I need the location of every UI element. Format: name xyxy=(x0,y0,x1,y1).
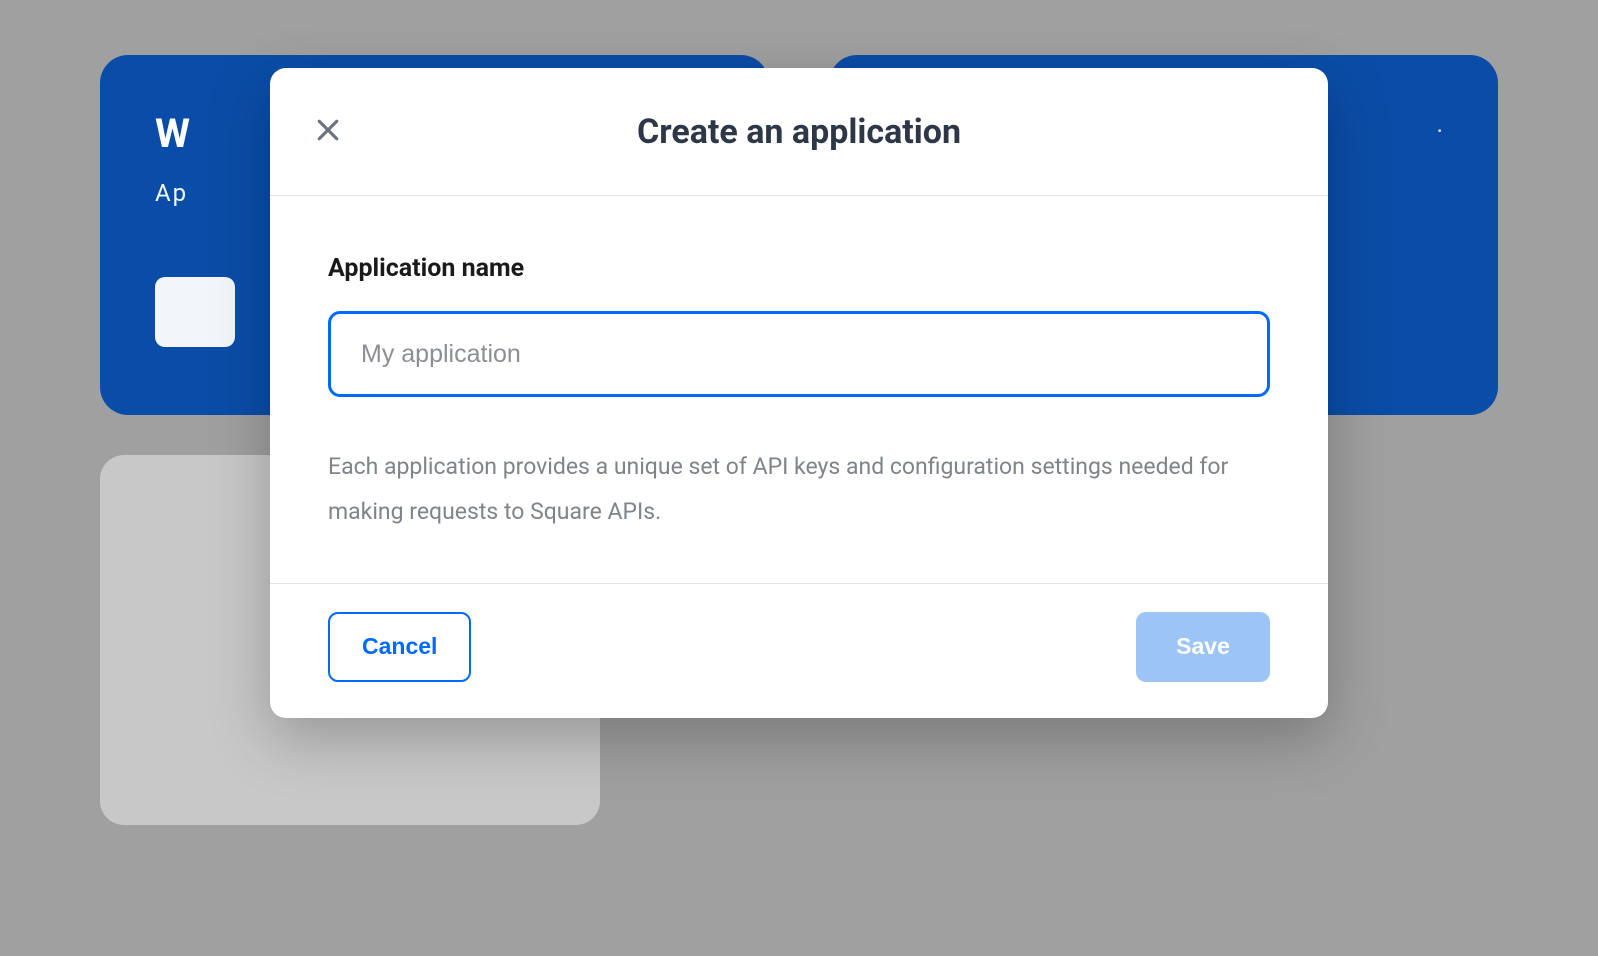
modal-body: Application name Each application provid… xyxy=(270,196,1328,583)
save-button[interactable]: Save xyxy=(1136,612,1270,682)
application-name-help-text: Each application provides a unique set o… xyxy=(328,445,1270,535)
modal-header: Create an application xyxy=(270,68,1328,196)
modal-title: Create an application xyxy=(637,112,961,152)
modal-footer: Cancel Save xyxy=(270,583,1328,718)
close-button[interactable] xyxy=(308,112,348,152)
application-name-label: Application name xyxy=(328,254,1270,283)
modal-overlay: Create an application Application name E… xyxy=(0,0,1598,956)
close-icon xyxy=(313,115,343,148)
create-application-modal: Create an application Application name E… xyxy=(270,68,1328,718)
cancel-button[interactable]: Cancel xyxy=(328,612,471,682)
application-name-input[interactable] xyxy=(328,311,1270,397)
